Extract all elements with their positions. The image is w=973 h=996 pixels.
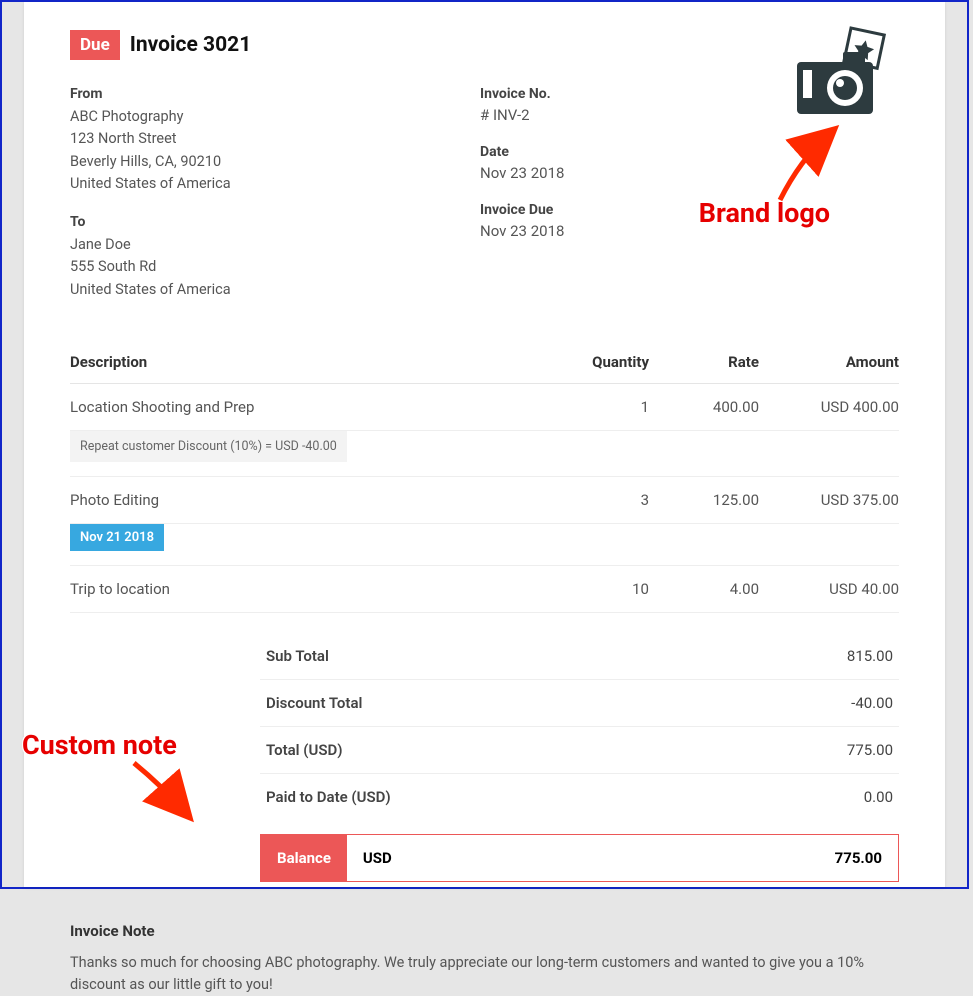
col-amount: Amount — [759, 343, 899, 384]
due-date-label: Invoice Due — [480, 202, 650, 218]
table-row: Trip to location104.00USD 40.00 — [70, 566, 899, 613]
annotation-custom-note: Custom note — [22, 729, 177, 761]
col-rate: Rate — [649, 343, 759, 384]
invoice-no-label: Invoice No. — [480, 86, 650, 102]
col-description: Description — [70, 343, 549, 384]
status-badge: Due — [70, 30, 120, 60]
discount-total-label: Discount Total — [266, 694, 362, 712]
to-label: To — [70, 214, 440, 230]
arrow-icon — [126, 755, 206, 825]
invoice-no-value: # INV-2 — [480, 106, 650, 124]
table-row-discount: Repeat customer Discount (10%) = USD -40… — [70, 431, 899, 477]
discount-note: Repeat customer Discount (10%) = USD -40… — [70, 431, 347, 462]
summary-block: Sub Total 815.00 Discount Total -40.00 Tot… — [260, 633, 899, 882]
invoice-title: Invoice 3021 — [130, 33, 252, 57]
brand-logo — [789, 22, 899, 122]
date-value: Nov 23 2018 — [480, 164, 650, 182]
balance-currency: USD — [363, 849, 392, 867]
balance-value: 775.00 — [835, 849, 882, 867]
col-quantity: Quantity — [549, 343, 649, 384]
date-tag[interactable]: Nov 21 2018 — [70, 524, 164, 551]
from-address: ABC Photography 123 North Street Beverly… — [70, 106, 440, 196]
subtotal-label: Sub Total — [266, 647, 329, 665]
invoice-sheet: Due Invoice 3021 From ABC Photography 12… — [24, 2, 945, 887]
subtotal-value: 815.00 — [847, 647, 893, 665]
due-date-value: Nov 23 2018 — [480, 222, 650, 240]
date-label: Date — [480, 144, 650, 160]
invoice-note-body: Thanks so much for choosing ABC photogra… — [70, 952, 899, 996]
balance-row: Balance USD 775.00 — [260, 834, 899, 882]
table-row: Photo Editing3125.00USD 375.00 — [70, 477, 899, 524]
from-label: From — [70, 86, 440, 102]
line-items-table: Description Quantity Rate Amount Locatio… — [70, 343, 899, 613]
total-value: 775.00 — [847, 741, 893, 759]
balance-label: Balance — [261, 835, 347, 881]
discount-total-value: -40.00 — [851, 694, 893, 712]
paid-value: 0.00 — [864, 788, 893, 806]
to-address: Jane Doe 555 South Rd United States of A… — [70, 234, 440, 301]
paid-label: Paid to Date (USD) — [266, 788, 391, 806]
invoice-note-label: Invoice Note — [70, 922, 899, 940]
table-row-tag: Nov 21 2018 — [70, 524, 899, 566]
total-label: Total (USD) — [266, 741, 343, 759]
table-row: Location Shooting and Prep1400.00USD 400… — [70, 384, 899, 431]
